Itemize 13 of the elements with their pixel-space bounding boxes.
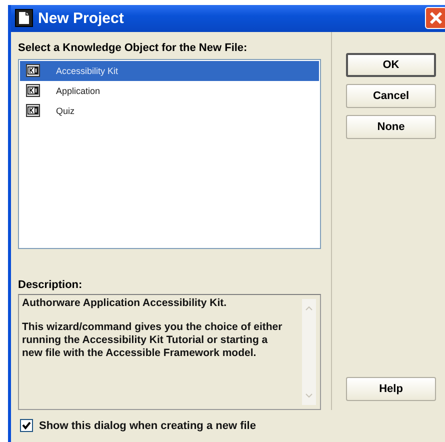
list-item[interactable]: Application (20, 80, 319, 101)
help-button[interactable]: Help (346, 376, 436, 401)
dialog-button[interactable]: OK (346, 52, 436, 77)
description-text: This wizard/command gives you the choice of either running the Accessibility Kit Tutorial or starting a new file with the Accessible Framework model. (22, 320, 284, 360)
list-item[interactable]: Accessibility Kit (20, 60, 319, 81)
description-label: Description: (18, 278, 84, 291)
window-title: New Project (38, 10, 124, 27)
checkbox-label[interactable]: Show this dialog when creating a new file (39, 420, 256, 432)
list-item[interactable]: Quiz (20, 100, 319, 121)
dialog-button[interactable]: None (346, 114, 436, 139)
dialog-button[interactable]: Cancel (346, 84, 436, 108)
description-text: Authorware Application Accessibility Kit. (22, 296, 228, 310)
list-label: Select a Knowledge Object for the New File: (18, 42, 248, 54)
